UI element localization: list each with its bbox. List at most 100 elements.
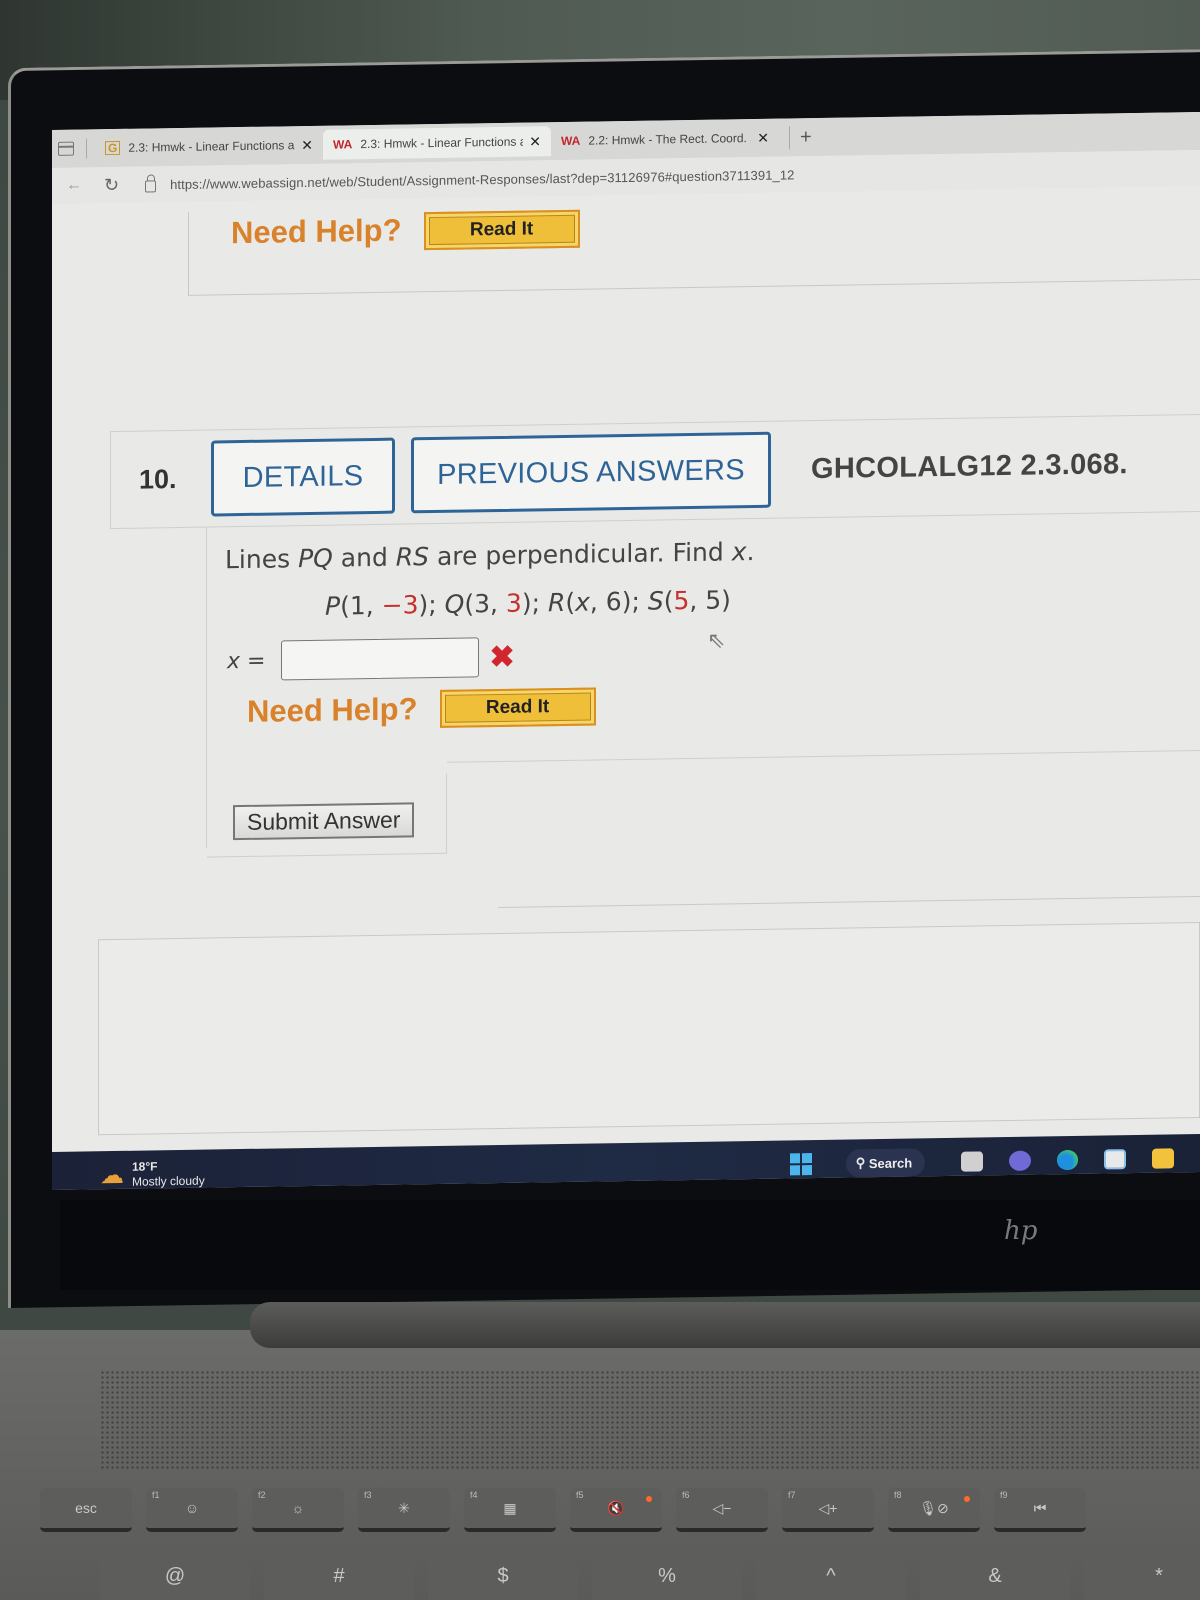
screen: G 2.3: Hmwk - Linear Functions an ✕ WA 2… [52,111,1200,1190]
points-list: P(1, −3); Q(3, 3); R(x, 6); S(5, 5) [325,585,731,621]
mouse-cursor-icon: ⇖ [707,627,726,653]
mute-led [646,1496,652,1502]
point-s-x: 5 [673,585,690,616]
prompt-text: and [332,542,396,573]
url-field[interactable]: https://www.webassign.net/web/Student/As… [170,167,794,192]
key-esc[interactable]: esc [40,1488,132,1532]
point-q-y: 3 [505,588,522,618]
teams-meet-icon[interactable] [1008,1150,1031,1171]
answer-variable: x [227,648,241,674]
fn-label: f5 [576,1490,584,1500]
weather-condition: Mostly cloudy [132,1173,205,1189]
smiley-icon: ☺ [184,1500,200,1516]
need-help-label: Need Help? [231,212,402,251]
point-r-x: x [575,587,590,617]
key-6[interactable]: ^ [756,1548,906,1600]
lock-icon[interactable] [145,180,157,193]
laptop-hinge [250,1302,1200,1348]
mic-mute-led [964,1496,970,1502]
volume-up-icon: ◁+ [818,1499,838,1516]
key-f3[interactable]: f3 ✳ [358,1488,450,1532]
tab-title: 2.2: Hmwk - The Rect. Coord. Sys [588,131,751,148]
question-number: 10. [139,463,177,495]
edge-browser-icon[interactable] [1056,1149,1079,1171]
question-body: Lines PQ and RS are perpendicular. Find … [206,511,1200,858]
close-icon[interactable]: ✕ [301,136,313,153]
tab-actions-icon[interactable] [58,141,74,156]
prompt-text: . [746,536,755,567]
point-s-y: 5 [705,585,722,615]
previous-answers-button[interactable]: PREVIOUS ANSWERS [411,431,771,514]
browser-tab-active[interactable]: WA 2.3: Hmwk - Linear Functions anc ✕ [323,126,551,160]
key-f2[interactable]: f2 ☼ [252,1488,344,1532]
close-icon[interactable]: ✕ [529,133,541,150]
function-key-row: esc f1 ☺ f2 ☼ f3 ✳ f4 ▦ f5 🔇 f6 ◁− f7 ◁+ f8 🎙⊘ f… [40,1488,1086,1532]
reload-icon[interactable]: ↻ [104,174,119,195]
read-it-button[interactable]: Read It [439,687,596,728]
divider-line [498,895,1200,908]
answer-row: x = ✖ [227,637,515,682]
submit-answer-button[interactable]: Submit Answer [233,802,415,841]
key-label: esc [75,1500,97,1516]
prompt-variable: x [731,537,747,567]
point-q-label: Q [444,589,465,619]
fn-label: f6 [682,1490,690,1500]
divider-line [447,749,1200,763]
question-help: Need Help? Read It [247,687,596,730]
key-f9[interactable]: f9 ⏮ [994,1488,1086,1532]
new-tab-button[interactable]: + [789,125,812,149]
point-r-y: 6 [605,587,622,617]
tab-title: 2.3: Hmwk - Linear Functions an [128,138,296,155]
key-8[interactable]: * [1084,1548,1200,1600]
windows-start-icon[interactable] [789,1153,812,1176]
brightness-down-icon: ☼ [291,1500,305,1516]
details-button[interactable]: DETAILS [211,437,395,517]
key-f5[interactable]: f5 🔇 [570,1488,662,1532]
need-help-label: Need Help? [247,691,418,729]
taskbar-search[interactable]: ⚲ Search [845,1148,926,1178]
read-it-button[interactable]: Read It [423,209,580,251]
fn-label: f4 [470,1490,478,1500]
key-f6[interactable]: f6 ◁− [676,1488,768,1532]
answer-input[interactable] [281,637,480,681]
question-code: GHCOLALG12 2.3.068. [811,447,1128,485]
microsoft-store-icon[interactable] [1104,1149,1127,1170]
previous-question-help: Need Help? Read It [188,195,1200,296]
back-arrow-icon[interactable]: ← [66,177,82,195]
key-f1[interactable]: f1 ☺ [146,1488,238,1532]
hp-logo: hp [1004,1216,1038,1246]
question-prompt: Lines PQ and RS are perpendicular. Find … [225,537,754,574]
point-r-label: R [547,587,566,618]
key-4[interactable]: $ [428,1548,578,1600]
point-q-x: 3 [474,589,490,619]
key-7[interactable]: & [920,1548,1070,1600]
key-3[interactable]: # [264,1548,414,1600]
fn-label: f8 [894,1490,902,1500]
speaker-grille [100,1370,1200,1470]
mic-mute-icon: 🎙⊘ [919,1499,949,1516]
point-p-x: 1 [349,591,366,621]
key-2[interactable]: @ [100,1548,250,1600]
close-icon[interactable]: ✕ [757,129,769,146]
key-f7[interactable]: f7 ◁+ [782,1488,874,1532]
point-p-y: −3 [381,590,419,620]
equals-sign: = [247,648,266,674]
volume-down-icon: ◁− [712,1499,732,1516]
weather-text: 18°F Mostly cloudy [132,1159,205,1190]
task-view-icon[interactable] [961,1151,983,1172]
question-header: 10. DETAILS PREVIOUS ANSWERS GHCOLALG12 … [110,413,1200,530]
webassign-icon: WA [333,137,353,152]
key-5[interactable]: % [592,1548,742,1600]
browser-tab[interactable]: G 2.3: Hmwk - Linear Functions an ✕ [95,130,323,164]
fn-label: f7 [788,1490,796,1500]
browser-tab[interactable]: WA 2.2: Hmwk - The Rect. Coord. Sys ✕ [551,123,779,157]
fn-label: f3 [364,1490,372,1500]
point-p-label: P [325,591,341,621]
tabbar-divider [86,138,87,159]
number-key-row: @ # $ % ^ & * [100,1548,1200,1600]
file-explorer-icon[interactable] [1152,1148,1175,1169]
previous-track-icon: ⏮ [1033,1499,1047,1516]
key-f8[interactable]: f8 🎙⊘ [888,1488,980,1532]
key-f4[interactable]: f4 ▦ [464,1488,556,1532]
fn-label: f1 [152,1490,160,1500]
